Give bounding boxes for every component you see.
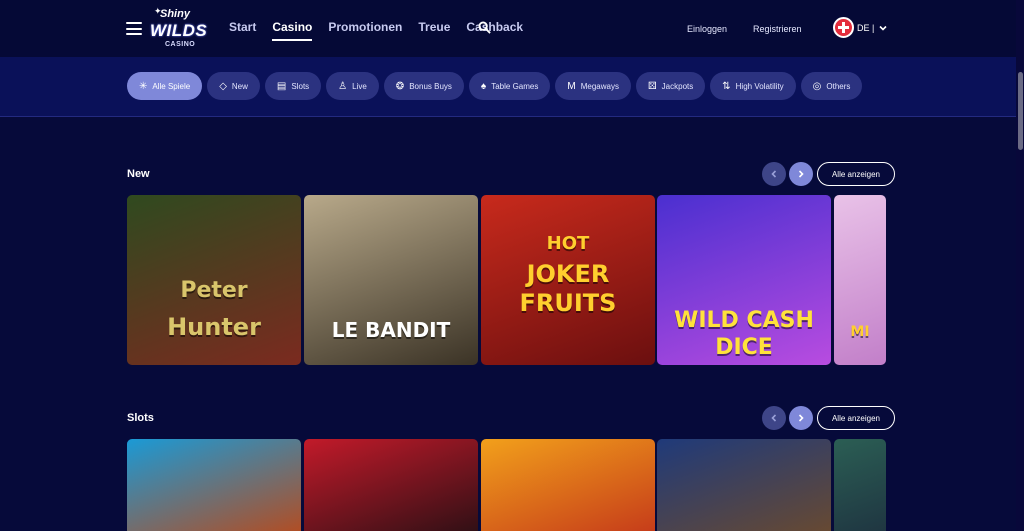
game-title-line2: Hunter — [167, 313, 261, 341]
diamond-icon: ◇ — [219, 80, 227, 92]
category-bonus-buys[interactable]: ❂ Bonus Buys — [383, 72, 464, 100]
bars-icon: ⇅ — [722, 80, 731, 92]
sparkle-icon: ✳ — [139, 80, 148, 92]
category-label: Live — [352, 81, 367, 91]
game-title-line2: MI — [850, 324, 870, 340]
chevron-down-icon — [879, 25, 887, 31]
category-alle-spiele[interactable]: ✳ Alle Spiele — [127, 72, 203, 100]
dice-icon: ⚄ — [647, 80, 657, 92]
nav-treue[interactable]: Treue — [418, 20, 450, 41]
game-title-line1: HOT — [546, 233, 590, 254]
gamepad-icon: ◎ — [812, 80, 822, 92]
section-title-slots: Slots — [127, 412, 154, 424]
game-title-line2: JOKER FRUITS — [519, 260, 617, 317]
category-list: ✳ Alle Spiele ◇ New ▤ Slots ♙ Live ❂ Bonus Buys ♠ T… — [127, 72, 867, 100]
nav-casino[interactable]: Casino — [272, 20, 313, 41]
prev-arrow-slots[interactable] — [762, 406, 786, 430]
category-label: High Volatility — [735, 81, 784, 91]
game-tile[interactable]: WILD CASH DICE — [657, 195, 831, 365]
search-icon[interactable] — [478, 21, 491, 34]
category-label: Others — [826, 81, 851, 91]
game-tile[interactable]: MI — [834, 195, 886, 365]
game-tile[interactable]: LE BANDIT — [304, 195, 478, 365]
category-label: Table Games — [491, 81, 539, 91]
chevron-left-icon — [771, 170, 777, 178]
game-tile[interactable] — [127, 439, 301, 531]
chevron-right-icon — [798, 170, 804, 178]
game-tile[interactable] — [304, 439, 478, 531]
game-tile[interactable] — [481, 439, 655, 531]
game-tile[interactable]: Peter Hunter — [127, 195, 301, 365]
coin-icon: ❂ — [395, 80, 405, 92]
dealer-icon: ♙ — [338, 80, 348, 92]
language-label: DE | — [857, 22, 875, 33]
category-megaways[interactable]: M Megaways — [555, 72, 631, 100]
nav-start[interactable]: Start — [229, 20, 256, 41]
show-all-new-button[interactable]: Alle anzeigen — [817, 162, 895, 186]
logo-text-casino: CASINO — [165, 41, 196, 48]
cards-icon: ♠ — [480, 80, 487, 92]
logo-text-wilds: WILDS — [150, 21, 208, 40]
game-title-line1: WILD CASH — [674, 308, 814, 333]
chevron-left-icon — [771, 414, 777, 422]
category-label: New — [231, 81, 248, 91]
category-label: Slots — [291, 81, 310, 91]
category-label: Jackpots — [661, 81, 694, 91]
swiss-flag-icon — [833, 17, 854, 38]
register-link[interactable]: Registrieren — [753, 24, 802, 34]
game-tile[interactable]: HOT JOKER FRUITS — [481, 195, 655, 365]
top-header: ✦ Shiny WILDS CASINO Start Casino Promot… — [0, 0, 1016, 57]
category-new[interactable]: ◇ New — [207, 72, 260, 100]
category-filter-bar: ✳ Alle Spiele ◇ New ▤ Slots ♙ Live ❂ Bonus Buys ♠ T… — [0, 57, 1016, 117]
category-table-games[interactable]: ♠ Table Games — [468, 72, 551, 100]
category-label: Bonus Buys — [409, 81, 452, 91]
next-arrow-slots[interactable] — [789, 406, 813, 430]
category-slots[interactable]: ▤ Slots — [264, 72, 322, 100]
game-title-line2: LE BANDIT — [331, 318, 451, 342]
prev-arrow-new[interactable] — [762, 162, 786, 186]
main-nav: Start Casino Promotionen Treue Cashback — [229, 20, 539, 41]
category-label: Megaways — [580, 81, 619, 91]
category-high-volatility[interactable]: ⇅ High Volatility — [710, 72, 796, 100]
category-others[interactable]: ◎ Others — [800, 72, 863, 100]
m-icon: M — [567, 80, 576, 92]
chevron-right-icon — [798, 414, 804, 422]
next-arrow-new[interactable] — [789, 162, 813, 186]
category-live[interactable]: ♙ Live — [326, 72, 379, 100]
page-scrollbar-thumb[interactable] — [1018, 72, 1023, 150]
section-title-new: New — [127, 168, 150, 180]
game-tile[interactable] — [657, 439, 831, 531]
logo-text-shiny: Shiny — [160, 8, 190, 20]
game-title-line1: Peter — [180, 278, 248, 303]
hamburger-menu-icon[interactable] — [126, 22, 142, 35]
show-all-slots-button[interactable]: Alle anzeigen — [817, 406, 895, 430]
login-link[interactable]: Einloggen — [687, 24, 727, 34]
slot-machine-icon: ▤ — [276, 80, 287, 92]
nav-cashback[interactable]: Cashback — [466, 20, 523, 41]
category-label: Alle Spiele — [152, 81, 191, 91]
game-tile[interactable] — [834, 439, 886, 531]
category-jackpots[interactable]: ⚄ Jackpots — [635, 72, 706, 100]
casino-logo[interactable]: ✦ Shiny WILDS CASINO — [148, 6, 207, 52]
game-title-line2: DICE — [715, 335, 773, 360]
language-selector[interactable]: DE | — [833, 17, 888, 38]
nav-promotionen[interactable]: Promotionen — [328, 20, 402, 41]
